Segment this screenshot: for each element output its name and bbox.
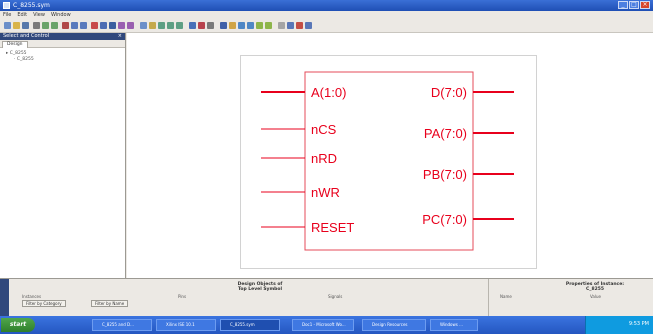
redo-icon[interactable]	[51, 22, 58, 29]
column-signals[interactable]: Signals	[328, 294, 342, 299]
taskbar-item[interactable]: Windows ...	[430, 319, 478, 331]
clock: 9:53 PM	[628, 321, 649, 327]
pin-label-left: nCS	[311, 122, 337, 137]
filter-by-category-button[interactable]: Filter by Category	[22, 300, 66, 307]
font-icon[interactable]	[220, 22, 227, 29]
taskbar-item[interactable]: Xilinx ISE 10.1	[156, 319, 216, 331]
pin-label-left: RESET	[311, 220, 354, 235]
select-icon[interactable]	[100, 22, 107, 29]
console-side-strip[interactable]	[0, 279, 9, 317]
check-symbol-icon[interactable]	[198, 22, 205, 29]
add-line-icon[interactable]	[158, 22, 165, 29]
pin-label-right: PB(7:0)	[423, 167, 467, 182]
pin-label-left: nRD	[311, 151, 337, 166]
add-circle-icon[interactable]	[176, 22, 183, 29]
menu-view[interactable]: View	[33, 11, 45, 20]
tree-item-label: C_8255	[9, 51, 27, 56]
delete-icon[interactable]	[91, 22, 98, 29]
taskbar-item[interactable]: C_8255 and D...	[92, 319, 152, 331]
symbol-drawing: A(1:0) nCS nRD nWR RESET D(7:0) PA(7:0) PB(7:0…	[261, 71, 514, 251]
stop-icon[interactable]	[296, 22, 303, 29]
taskbar-item[interactable]: Doc1 - Microsoft Wo...	[292, 319, 354, 331]
maximize-button[interactable]: □	[629, 1, 639, 9]
mirror-icon[interactable]	[265, 22, 272, 29]
cut-icon[interactable]	[62, 22, 69, 29]
close-button[interactable]: ×	[640, 1, 650, 9]
bottom-panels: Design Objects of Top Level Symbol Insta…	[0, 278, 653, 317]
help-icon[interactable]	[305, 22, 312, 29]
print-icon[interactable]	[33, 22, 40, 29]
symbol-canvas[interactable]: A(1:0) nCS nRD nWR RESET D(7:0) PA(7:0) PB(7:0…	[127, 33, 653, 278]
pin-label-right: PA(7:0)	[424, 126, 467, 141]
menu-window[interactable]: Window	[51, 11, 71, 20]
taskbar-item[interactable]: Design Resources	[362, 319, 426, 331]
minimize-button[interactable]: _	[618, 1, 628, 9]
add-text-icon[interactable]	[189, 22, 196, 29]
zoom-out-icon[interactable]	[127, 22, 134, 29]
design-pane-title: Select and Control	[3, 33, 50, 39]
grid-icon[interactable]	[207, 22, 214, 29]
column-instances[interactable]: Instances	[22, 294, 41, 299]
column-value[interactable]: Value	[590, 294, 601, 299]
pin-label-right: PC(7:0)	[422, 212, 467, 227]
rotate-icon[interactable]	[256, 22, 263, 29]
menu-file[interactable]: File	[3, 11, 11, 20]
design-pane-tabs: Design	[0, 40, 125, 48]
undo-icon[interactable]	[42, 22, 49, 29]
title-bar: C_8255.sym _ □ ×	[0, 0, 653, 11]
system-tray: 9:53 PM	[585, 316, 653, 334]
window-controls: _ □ ×	[618, 1, 650, 9]
properties-subtitle: C_8255	[585, 287, 605, 292]
copy-icon[interactable]	[71, 22, 78, 29]
column-name[interactable]: Name	[500, 294, 512, 299]
align-icon[interactable]	[247, 22, 254, 29]
design-tree: ▸ C_8255 · C_8255	[0, 48, 125, 63]
start-button[interactable]: start	[1, 318, 35, 332]
app-icon	[3, 2, 10, 9]
new-file-icon[interactable]	[4, 22, 11, 29]
menu-bar: File Edit View Window	[0, 11, 653, 20]
pin-label-right: D(7:0)	[431, 85, 467, 100]
tab-design[interactable]: Design	[2, 41, 28, 48]
bold-icon[interactable]	[229, 22, 236, 29]
application-window: C_8255.sym _ □ × File Edit View Window S…	[0, 0, 653, 334]
add-rect-icon[interactable]	[167, 22, 174, 29]
pin-label-left: A(1:0)	[311, 85, 346, 100]
taskbar: start C_8255 and D... Xilinx ISE 10.1 C_…	[0, 316, 653, 334]
tree-item-label: C_8255	[16, 57, 34, 62]
design-pane: Select and Control × Design ▸ C_8255 · C…	[0, 33, 126, 278]
save-icon[interactable]	[22, 22, 29, 29]
tree-item-child[interactable]: · C_8255	[6, 57, 125, 63]
move-icon[interactable]	[109, 22, 116, 29]
properties-icon[interactable]	[278, 22, 285, 29]
menu-edit[interactable]: Edit	[17, 11, 27, 20]
zoom-in-icon[interactable]	[118, 22, 125, 29]
add-pin-icon[interactable]	[149, 22, 156, 29]
pin-label-left: nWR	[311, 185, 340, 200]
taskbar-item-active[interactable]: C_8255.sym	[220, 319, 280, 331]
design-objects-subtitle: Top Level Symbol	[237, 287, 283, 292]
column-pins[interactable]: Pins	[178, 294, 186, 299]
open-folder-icon[interactable]	[13, 22, 20, 29]
italic-icon[interactable]	[238, 22, 245, 29]
panel-divider	[488, 279, 489, 317]
filter-by-name-button[interactable]: Filter by Name	[91, 300, 129, 307]
paste-icon[interactable]	[80, 22, 87, 29]
close-pane-icon[interactable]: ×	[118, 33, 122, 40]
window-title: C_8255.sym	[13, 2, 50, 9]
design-pane-header: Select and Control ×	[0, 33, 125, 40]
zoom-fit-icon[interactable]	[140, 22, 147, 29]
refresh-icon[interactable]	[287, 22, 294, 29]
toolbar	[0, 20, 653, 33]
